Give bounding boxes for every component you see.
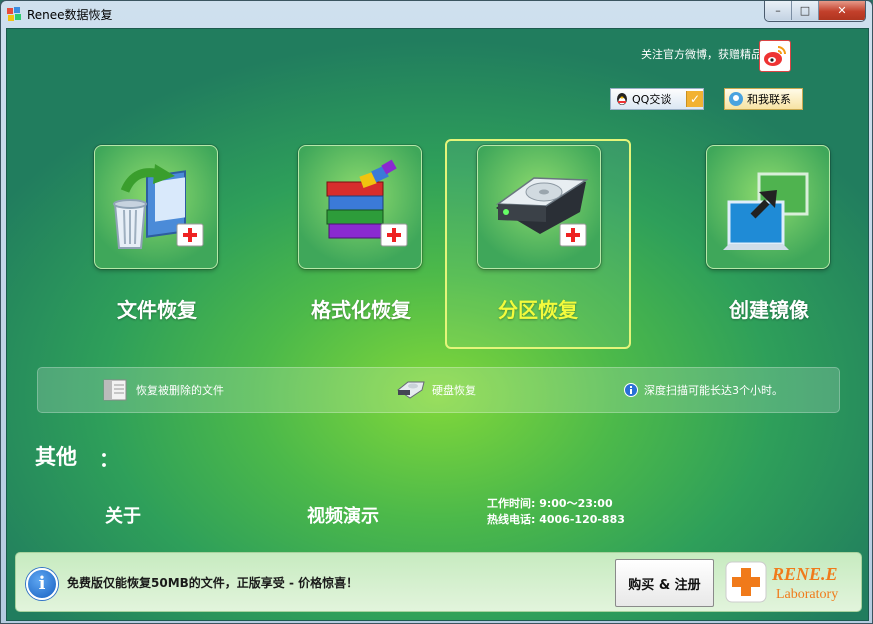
contact-me-button[interactable]: 和我联系 [724, 88, 803, 110]
maximize-button[interactable]: □ [792, 1, 819, 20]
partition-recovery-tile[interactable] [477, 145, 601, 269]
format-recovery-option[interactable]: 格式化恢复 [269, 139, 453, 349]
buy-register-button[interactable]: 购买 & 注册 [615, 559, 714, 607]
close-button[interactable]: ✕ [819, 1, 865, 20]
disk-recovery-text: 硬盘恢复 [432, 384, 476, 397]
info-icon: i [26, 568, 58, 600]
format-recovery-tile[interactable] [298, 145, 422, 269]
about-link[interactable]: 关于 [105, 502, 141, 528]
recover-deleted-files-text: 恢复被删除的文件 [136, 384, 224, 397]
file-recovery-label[interactable]: 文件恢复 [65, 294, 249, 323]
video-demo-link[interactable]: 视频演示 [307, 502, 379, 528]
create-image-tile[interactable] [706, 145, 830, 269]
bottom-bar: i 免费版仅能恢复50MB的文件，正版享受 - 价格惊喜！ 购买 & 注册 RE… [15, 552, 862, 612]
partition-recovery-label[interactable]: 分区恢复 [447, 294, 629, 323]
person-icon [729, 92, 743, 106]
info-bar: 恢复被删除的文件 硬盘恢复 深度扫描可能长达3个小时。 [37, 367, 840, 413]
logo-sub: Laboratory [776, 587, 838, 602]
logo-name: RENE.E [771, 564, 838, 584]
deep-scan-note: 深度扫描可能长达3个小时。 [624, 382, 783, 398]
others-heading-colon: ： [99, 447, 119, 471]
qq-penguin-icon [617, 93, 627, 105]
format-recovery-label[interactable]: 格式化恢复 [269, 294, 453, 323]
disk-recovery-link[interactable]: 硬盘恢复 [394, 378, 476, 402]
renee-laboratory-logo[interactable]: RENE.E Laboratory [724, 558, 854, 606]
document-icon [103, 379, 127, 401]
create-image-label[interactable]: 创建镜像 [677, 294, 861, 323]
support-hours: 工作时间: 9:00～23:00 热线电话: 4006-120-883 [487, 496, 625, 528]
main-panel: 关注官方微博，获赠精品软件 QQ交谈 ✓ 和我联系 文件恢复 格式化恢复 分区恢… [6, 28, 869, 621]
free-version-notice: 免费版仅能恢复50MB的文件，正版享受 - 价格惊喜！ [67, 576, 359, 590]
app-icon [7, 7, 21, 21]
minimize-button[interactable]: – [765, 1, 792, 20]
create-image-icon [723, 172, 809, 250]
weibo-icon[interactable] [759, 40, 791, 72]
partition-recovery-icon [495, 177, 589, 247]
qq-chat-label: QQ交谈 [632, 93, 672, 106]
others-heading: 其他 [35, 445, 77, 469]
window-title: Renee数据恢复 [27, 8, 113, 22]
deep-scan-text: 深度扫描可能长达3个小时。 [644, 384, 783, 397]
app-window: Renee数据恢复 – □ ✕ 关注官方微博，获赠精品软件 QQ交谈 ✓ 和我联… [0, 0, 873, 624]
format-recovery-icon [326, 159, 408, 247]
qq-chat-button[interactable]: QQ交谈 ✓ [610, 88, 704, 110]
hard-disk-icon [397, 381, 425, 399]
title-bar[interactable]: Renee数据恢复 – □ ✕ [1, 1, 872, 27]
checkmark-icon: ✓ [686, 91, 703, 107]
hotline-text: 热线电话: 4006-120-883 [487, 513, 625, 526]
partition-recovery-option[interactable]: 分区恢复 [445, 139, 631, 349]
create-image-option[interactable]: 创建镜像 [677, 139, 861, 349]
file-recovery-option[interactable]: 文件恢复 [65, 139, 249, 349]
info-icon [624, 383, 638, 397]
window-controls: – □ ✕ [764, 1, 866, 22]
file-recovery-tile[interactable] [94, 145, 218, 269]
contact-me-label: 和我联系 [747, 93, 791, 106]
file-recovery-icon [113, 164, 204, 249]
recover-deleted-files-link[interactable]: 恢复被删除的文件 [102, 378, 224, 402]
work-hours-text: 工作时间: 9:00～23:00 [487, 497, 613, 510]
